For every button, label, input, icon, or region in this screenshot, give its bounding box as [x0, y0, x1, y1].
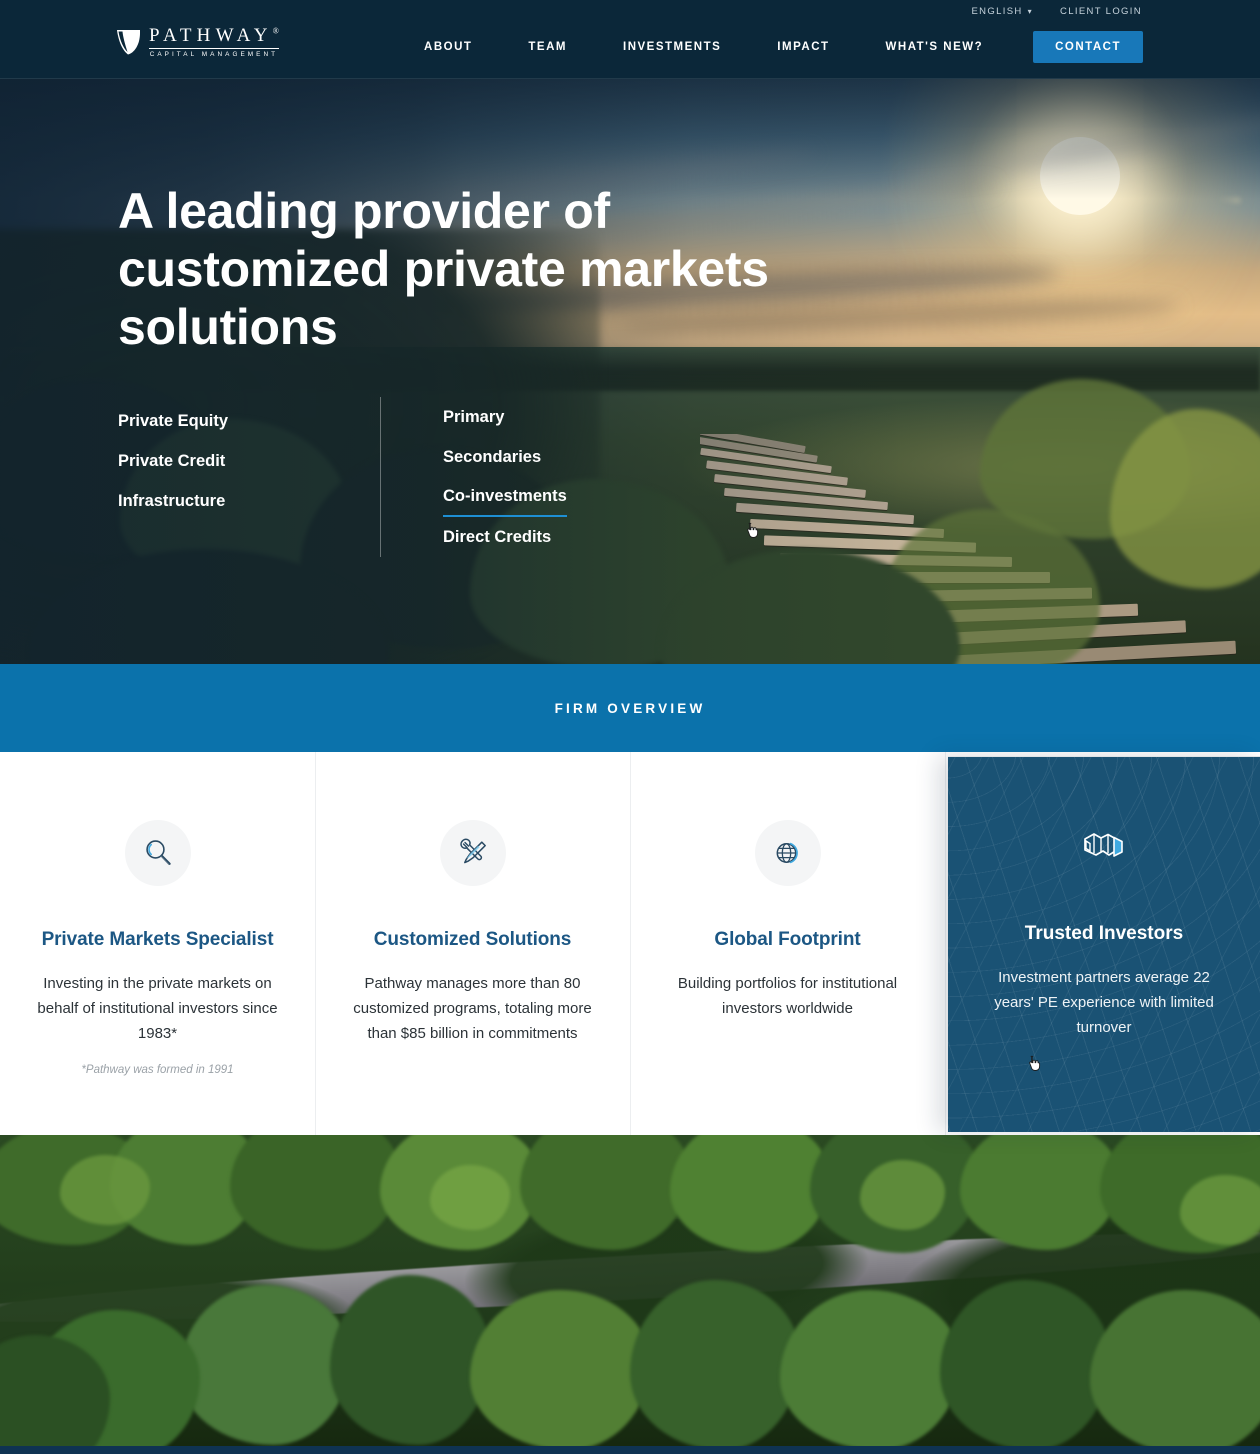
feature-card-trusted-investors[interactable]: Trusted Investors Investment partners av…: [948, 756, 1260, 1132]
strategy-column: Primary Secondaries Co-investments Direc…: [380, 397, 759, 557]
hero-link-secondaries[interactable]: Secondaries: [443, 437, 541, 477]
hero-section: A leading provider of customized private…: [0, 79, 1260, 664]
logo-word-text: PATHWAY: [149, 25, 273, 46]
pathway-shield-icon: [117, 30, 140, 55]
icon-wrapper: [124, 820, 191, 886]
main-navigation: ABOUT TEAM INVESTMENTS IMPACT WHAT'S NEW…: [396, 31, 1143, 63]
chevron-down-icon: ▾: [1027, 6, 1033, 16]
hero-text-scrim: [0, 79, 1260, 664]
language-selector[interactable]: ENGLISH ▾: [971, 6, 1033, 17]
pointer-hand-cursor: [1029, 1055, 1041, 1071]
client-login-link[interactable]: CLIENT LOGIN: [1060, 6, 1142, 17]
handshake-icon: [1084, 833, 1123, 857]
page-title: A leading provider of customized private…: [118, 183, 769, 355]
hero-link-private-equity[interactable]: Private Equity: [118, 401, 228, 441]
card-body: Building portfolios for institutional in…: [677, 975, 898, 1017]
magnifying-glass-icon: [145, 840, 171, 865]
language-label: ENGLISH: [971, 6, 1023, 17]
card-title: Global Footprint: [714, 929, 861, 950]
tools-wrench-screwdriver-icon: [459, 838, 486, 864]
hero-link-infrastructure[interactable]: Infrastructure: [118, 481, 225, 521]
hero-background-photo: [0, 79, 1260, 664]
feature-card-customized-solutions[interactable]: Customized Solutions Pathway manages mor…: [315, 752, 630, 1135]
hero-link-direct-credits[interactable]: Direct Credits: [443, 517, 551, 557]
firm-overview-label: FIRM OVERVIEW: [554, 700, 706, 716]
logo-divider: [149, 48, 279, 49]
logo-registered-mark: ®: [272, 26, 279, 36]
nav-item-impact[interactable]: IMPACT: [749, 31, 857, 63]
bottom-bar: [0, 1446, 1260, 1454]
site-header: PATHWAY® CAPITAL MANAGEMENT ENGLISH ▾ CL…: [0, 0, 1260, 79]
card-title: Customized Solutions: [373, 929, 572, 950]
nav-item-about[interactable]: ABOUT: [396, 31, 500, 63]
card-title: Trusted Investors: [1024, 923, 1184, 944]
card-body: Pathway manages more than 80 customized …: [353, 975, 592, 1042]
site-logo[interactable]: PATHWAY® CAPITAL MANAGEMENT: [117, 26, 279, 58]
card-body: Investment partners average 22 years' PE…: [994, 969, 1214, 1036]
asset-class-column: Private Equity Private Credit Infrastruc…: [118, 397, 380, 557]
firm-overview-band: FIRM OVERVIEW: [0, 664, 1260, 752]
utility-nav: ENGLISH ▾ CLIENT LOGIN: [971, 6, 1142, 17]
hero-link-columns: Private Equity Private Credit Infrastruc…: [118, 397, 759, 557]
card-body: Investing in the private markets on beha…: [37, 975, 278, 1042]
card-title: Private Markets Specialist: [41, 929, 274, 950]
hero-link-co-investments[interactable]: Co-investments: [443, 477, 567, 517]
contact-button[interactable]: CONTACT: [1033, 31, 1143, 63]
logo-subtitle: CAPITAL MANAGEMENT: [149, 51, 279, 58]
icon-wrapper: [439, 820, 506, 886]
hero-content: A leading provider of customized private…: [118, 182, 878, 356]
nav-item-team[interactable]: TEAM: [500, 31, 595, 63]
feature-card-private-markets-specialist[interactable]: Private Markets Specialist Investing in …: [0, 752, 315, 1135]
hero-link-private-credit[interactable]: Private Credit: [118, 441, 225, 481]
nav-item-whats-new[interactable]: WHAT'S NEW?: [858, 31, 1012, 63]
nav-item-investments[interactable]: INVESTMENTS: [595, 31, 749, 63]
hero-link-primary[interactable]: Primary: [443, 397, 504, 437]
aerial-forest-road-photo: [0, 1135, 1260, 1446]
feature-card-global-footprint[interactable]: Global Footprint Building portfolios for…: [630, 752, 945, 1135]
card-footnote: *Pathway was formed in 1991: [81, 1064, 234, 1076]
globe-icon: [776, 842, 798, 864]
icon-wrapper: [754, 820, 821, 886]
pointer-hand-cursor: [747, 522, 759, 538]
logo-wordmark: PATHWAY® CAPITAL MANAGEMENT: [149, 26, 279, 58]
